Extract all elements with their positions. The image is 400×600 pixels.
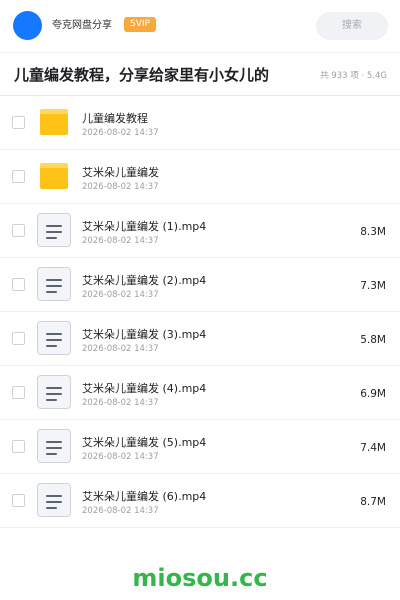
top-bar: 夸克网盘分享 SVIP 搜索 [0, 0, 400, 52]
file-date: 2026-08-02 14:37 [82, 506, 159, 516]
search-button[interactable]: 搜索 [316, 12, 388, 40]
list-item[interactable]: 艾米朵儿童编发 (4).mp4 2026-08-02 14:37 6.9M [0, 366, 400, 420]
list-item[interactable]: 艾米朵儿童编发 (6).mp4 2026-08-02 14:37 8.7M [0, 474, 400, 528]
video-file-icon [37, 429, 71, 463]
file-name[interactable]: 艾米朵儿童编发 (1).mp4 [82, 219, 206, 234]
svip-badge[interactable]: SVIP [124, 17, 156, 32]
file-name[interactable]: 艾米朵儿童编发 (5).mp4 [82, 435, 206, 450]
list-item[interactable]: 艾米朵儿童编发 (3).mp4 2026-08-02 14:37 5.8M [0, 312, 400, 366]
file-name[interactable]: 艾米朵儿童编发 (6).mp4 [82, 489, 206, 504]
page-title: 儿童编发教程，分享给家里有小女儿的 [14, 66, 270, 84]
list-item[interactable]: 艾米朵儿童编发 (1).mp4 2026-08-02 14:37 8.3M [0, 204, 400, 258]
video-file-icon [37, 321, 71, 355]
file-name[interactable]: 艾米朵儿童编发 (2).mp4 [82, 273, 206, 288]
watermark: miosou.cc [132, 564, 268, 592]
select-checkbox[interactable] [12, 116, 25, 129]
folder-icon [40, 163, 68, 189]
file-date: 2026-08-02 14:37 [82, 128, 159, 138]
select-checkbox[interactable] [12, 494, 25, 507]
file-date: 2026-08-02 14:37 [82, 398, 159, 408]
video-file-icon [37, 267, 71, 301]
file-date: 2026-08-02 14:37 [82, 236, 159, 246]
share-title-bar: 儿童编发教程，分享给家里有小女儿的 共 933 项 · 5.4G [0, 52, 400, 96]
file-date: 2026-08-02 14:37 [82, 182, 159, 192]
select-checkbox[interactable] [12, 224, 25, 237]
file-name[interactable]: 艾米朵儿童编发 (3).mp4 [82, 327, 206, 342]
file-date: 2026-08-02 14:37 [82, 290, 159, 300]
file-name[interactable]: 艾米朵儿童编发 (4).mp4 [82, 381, 206, 396]
select-checkbox[interactable] [12, 278, 25, 291]
select-checkbox[interactable] [12, 332, 25, 345]
file-size: 7.3M [360, 280, 386, 292]
file-size: 8.3M [360, 226, 386, 238]
file-date: 2026-08-02 14:37 [82, 344, 159, 354]
select-checkbox[interactable] [12, 170, 25, 183]
share-summary: 共 933 项 · 5.4G [320, 71, 387, 81]
file-name[interactable]: 艾米朵儿童编发 [82, 165, 159, 180]
file-date: 2026-08-02 14:37 [82, 452, 159, 462]
list-item[interactable]: 艾米朵儿童编发 (2).mp4 2026-08-02 14:37 7.3M [0, 258, 400, 312]
video-file-icon [37, 213, 71, 247]
video-file-icon [37, 375, 71, 409]
list-item[interactable]: 儿童编发教程 2026-08-02 14:37 [0, 96, 400, 150]
file-size: 8.7M [360, 496, 386, 508]
file-size: 7.4M [360, 442, 386, 454]
file-name[interactable]: 儿童编发教程 [82, 111, 148, 126]
file-size: 5.8M [360, 334, 386, 346]
list-item[interactable]: 艾米朵儿童编发 2026-08-02 14:37 [0, 150, 400, 204]
avatar[interactable] [13, 11, 42, 40]
file-list: 儿童编发教程 2026-08-02 14:37 艾米朵儿童编发 2026-08-… [0, 96, 400, 528]
file-size: 6.9M [360, 388, 386, 400]
select-checkbox[interactable] [12, 440, 25, 453]
list-item[interactable]: 艾米朵儿童编发 (5).mp4 2026-08-02 14:37 7.4M [0, 420, 400, 474]
video-file-icon [37, 483, 71, 517]
brand-name: 夸克网盘分享 [52, 20, 112, 31]
select-checkbox[interactable] [12, 386, 25, 399]
folder-icon [40, 109, 68, 135]
